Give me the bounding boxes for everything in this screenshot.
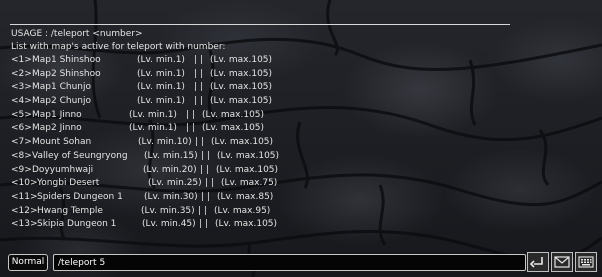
map-separator: | | bbox=[194, 82, 203, 93]
map-min-level: (Lv. min.1) bbox=[137, 55, 185, 65]
map-entry: <4> Map2 Chunjo (Lv. min.1) | | (Lv. max.105… bbox=[10, 95, 510, 109]
map-min-level: (Lv. min.25) bbox=[148, 178, 202, 189]
map-separator: | | bbox=[199, 219, 208, 230]
map-name: Map2 Jinno bbox=[32, 123, 82, 134]
map-min-level: (Lv. min.15) bbox=[144, 150, 198, 161]
map-name: Valley of Seungryong bbox=[32, 150, 128, 161]
map-max-level: (Lv. max.95) bbox=[214, 205, 271, 216]
map-number: <12> bbox=[11, 205, 38, 216]
map-separator: | | bbox=[201, 150, 210, 161]
map-name: Map1 Shinshoo bbox=[32, 55, 101, 65]
map-number: <7> bbox=[11, 137, 32, 148]
keyboard-icon bbox=[578, 256, 594, 268]
map-min-level: (Lv. min.1) bbox=[137, 96, 185, 107]
map-max-level: (Lv. max.105) bbox=[217, 150, 280, 161]
chat-log: USAGE : /teleport <number> List with map… bbox=[10, 24, 510, 232]
chat-mode-button[interactable]: Normal bbox=[8, 254, 48, 271]
map-separator: | | bbox=[194, 96, 203, 107]
map-min-level: (Lv. min.1) bbox=[129, 123, 177, 134]
map-number: <6> bbox=[11, 123, 32, 134]
map-entry: <3> Map1 Chunjo (Lv. min.1) | | (Lv. max.105… bbox=[10, 81, 510, 95]
map-entry: <12> Hwang Temple (Lv. min.35) | | (Lv. max.… bbox=[10, 205, 510, 219]
map-separator: | | bbox=[195, 137, 204, 148]
envelope-icon bbox=[554, 256, 570, 268]
map-min-level: (Lv. min.35) bbox=[141, 205, 195, 216]
map-entry: <1> Map1 Shinshoo (Lv. min.1) | | (Lv. max.1… bbox=[10, 54, 510, 68]
map-max-level: (Lv. max.105) bbox=[211, 137, 274, 148]
map-number: <5> bbox=[11, 109, 32, 120]
map-entry: <6> Map2 Jinno (Lv. min.1) | | (Lv. max.105) bbox=[10, 122, 510, 136]
map-entry: <2> Map2 Shinshoo (Lv. min.1) | | (Lv. max.1… bbox=[10, 68, 510, 82]
map-name: Hwang Temple bbox=[37, 205, 103, 216]
map-name: Skipia Dungeon 1 bbox=[37, 219, 117, 230]
map-number: <3> bbox=[11, 82, 32, 93]
map-separator: | | bbox=[201, 191, 210, 202]
map-max-level: (Lv. max.105) bbox=[202, 109, 265, 120]
chat-input[interactable] bbox=[53, 254, 526, 271]
map-number: <8> bbox=[11, 150, 32, 161]
map-entry: <13> Skipia Dungeon 1 (Lv. min.45) | | (Lv. … bbox=[10, 218, 510, 232]
map-max-level: (Lv. max.85) bbox=[217, 191, 274, 202]
map-number: <9> bbox=[11, 164, 32, 175]
map-name: Spiders Dungeon 1 bbox=[37, 191, 123, 202]
map-number: <11> bbox=[11, 191, 38, 202]
map-max-level: (Lv. max.75) bbox=[221, 178, 278, 189]
teleport-map-list: <1> Map1 Shinshoo (Lv. min.1) | | (Lv. max.1… bbox=[10, 54, 510, 232]
map-entry: <7> Mount Sohan (Lv. min.10) | | (Lv. max.10… bbox=[10, 136, 510, 150]
enter-icon bbox=[529, 257, 543, 268]
game-viewport: USAGE : /teleport <number> List with map… bbox=[0, 0, 602, 277]
map-min-level: (Lv. min.1) bbox=[137, 82, 185, 93]
map-max-level: (Lv. max.105) bbox=[210, 55, 273, 65]
map-max-level: (Lv. max.105) bbox=[216, 164, 279, 175]
chat-input-bar: Normal bbox=[0, 251, 602, 277]
map-max-level: (Lv. max.105) bbox=[202, 123, 265, 134]
map-max-level: (Lv. max.105) bbox=[210, 96, 273, 107]
send-button[interactable] bbox=[527, 252, 549, 272]
map-min-level: (Lv. min.10) bbox=[138, 137, 192, 148]
map-separator: | | bbox=[205, 178, 214, 189]
map-number: <10> bbox=[11, 178, 38, 189]
message-button[interactable] bbox=[551, 252, 573, 272]
intro-line: List with map's active for teleport with… bbox=[11, 42, 226, 52]
map-number: <13> bbox=[11, 219, 38, 230]
map-separator: | | bbox=[194, 55, 203, 65]
map-min-level: (Lv. min.20) bbox=[143, 164, 197, 175]
map-number: <4> bbox=[11, 96, 32, 107]
map-separator: | | bbox=[194, 68, 203, 79]
map-entry: <11> Spiders Dungeon 1 (Lv. min.30) | | (Lv.… bbox=[10, 191, 510, 205]
map-max-level: (Lv. max.105) bbox=[210, 82, 273, 93]
map-entry: <9> Doyyumhwaji (Lv. min.20) | | (Lv. max.10… bbox=[10, 164, 510, 178]
map-name: Mount Sohan bbox=[32, 137, 92, 148]
map-name: Map1 Chunjo bbox=[32, 82, 91, 93]
map-entry: <5> Map1 Jinno (Lv. min.1) | | (Lv. max.105) bbox=[10, 109, 510, 123]
map-number: <1> bbox=[11, 55, 32, 65]
map-max-level: (Lv. max.105) bbox=[210, 68, 273, 79]
map-min-level: (Lv. min.1) bbox=[129, 109, 177, 120]
map-separator: | | bbox=[186, 109, 195, 120]
map-entry: <10> Yongbi Desert (Lv. min.25) | | (Lv. max… bbox=[10, 177, 510, 191]
map-name: Map1 Jinno bbox=[32, 109, 82, 120]
map-separator: | | bbox=[198, 205, 207, 216]
map-min-level: (Lv. min.45) bbox=[142, 219, 196, 230]
map-min-level: (Lv. min.1) bbox=[137, 68, 185, 79]
usage-line: USAGE : /teleport <number> bbox=[11, 29, 143, 39]
map-name: Doyyumhwaji bbox=[32, 164, 94, 175]
map-name: Map2 Chunjo bbox=[32, 96, 91, 107]
map-separator: | | bbox=[186, 123, 195, 134]
map-entry: <8> Valley of Seungryong (Lv. min.15) | | (L… bbox=[10, 150, 510, 164]
map-separator: | | bbox=[200, 164, 209, 175]
map-min-level: (Lv. min.30) bbox=[144, 191, 198, 202]
map-name: Yongbi Desert bbox=[37, 178, 100, 189]
map-max-level: (Lv. max.105) bbox=[215, 219, 278, 230]
map-name: Map2 Shinshoo bbox=[32, 68, 101, 79]
keyboard-button[interactable] bbox=[575, 252, 597, 272]
map-number: <2> bbox=[11, 68, 32, 79]
